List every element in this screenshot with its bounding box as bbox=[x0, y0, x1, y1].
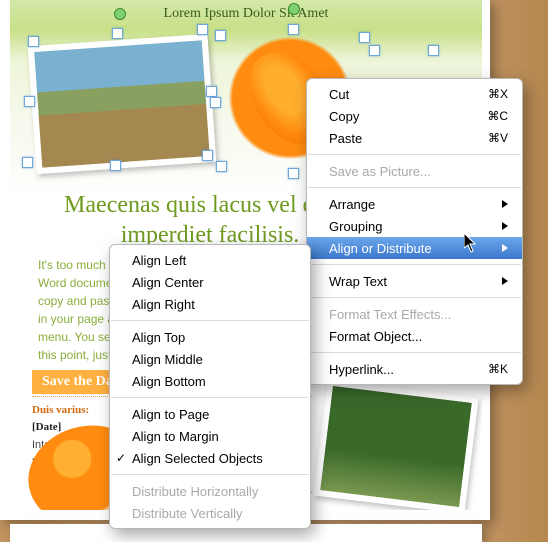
submenu-align-bottom[interactable]: Align Bottom bbox=[110, 370, 310, 392]
photo-children-garden[interactable] bbox=[313, 379, 478, 510]
submenu-arrow-icon bbox=[502, 244, 508, 252]
menu-separator bbox=[111, 397, 309, 398]
menu-separator bbox=[308, 264, 521, 265]
menu-wrap-text[interactable]: Wrap Text bbox=[307, 270, 522, 292]
selection-handle[interactable] bbox=[215, 30, 226, 41]
selection-handle[interactable] bbox=[197, 24, 208, 35]
menu-separator bbox=[308, 154, 521, 155]
menu-save-as-picture: Save as Picture... bbox=[307, 160, 522, 182]
menu-format-object[interactable]: Format Object... bbox=[307, 325, 522, 347]
submenu-align-to-page[interactable]: Align to Page bbox=[110, 403, 310, 425]
rotation-handle[interactable] bbox=[288, 3, 300, 15]
menu-separator bbox=[111, 320, 309, 321]
context-menu: Cut ⌘X Copy ⌘C Paste ⌘V Save as Picture.… bbox=[306, 78, 523, 385]
menu-separator bbox=[308, 297, 521, 298]
submenu-arrow-icon bbox=[502, 200, 508, 208]
submenu-align-distribute: Align Left Align Center Align Right Alig… bbox=[109, 244, 311, 529]
menu-copy[interactable]: Copy ⌘C bbox=[307, 105, 522, 127]
menu-format-text-effects: Format Text Effects... bbox=[307, 303, 522, 325]
selection-handle[interactable] bbox=[24, 96, 35, 107]
selection-handle[interactable] bbox=[369, 45, 380, 56]
selection-handle[interactable] bbox=[288, 168, 299, 179]
selection-handle[interactable] bbox=[359, 32, 370, 43]
selection-handle[interactable] bbox=[112, 28, 123, 39]
menu-separator bbox=[308, 352, 521, 353]
submenu-arrow-icon bbox=[502, 222, 508, 230]
submenu-distribute-horizontally: Distribute Horizontally bbox=[110, 480, 310, 502]
submenu-arrow-icon bbox=[502, 277, 508, 285]
submenu-distribute-vertically: Distribute Vertically bbox=[110, 502, 310, 524]
submenu-align-selected-objects[interactable]: ✓ Align Selected Objects bbox=[110, 447, 310, 469]
selection-handle[interactable] bbox=[110, 160, 121, 171]
submenu-align-top[interactable]: Align Top bbox=[110, 326, 310, 348]
selection-handle[interactable] bbox=[202, 150, 213, 161]
submenu-align-center[interactable]: Align Center bbox=[110, 271, 310, 293]
menu-paste[interactable]: Paste ⌘V bbox=[307, 127, 522, 149]
selection-handle[interactable] bbox=[28, 36, 39, 47]
selection-handle[interactable] bbox=[206, 86, 217, 97]
menu-separator bbox=[308, 187, 521, 188]
menu-align-or-distribute[interactable]: Align or Distribute bbox=[307, 237, 522, 259]
selection-handle[interactable] bbox=[22, 157, 33, 168]
selection-handle[interactable] bbox=[216, 161, 227, 172]
menu-hyperlink[interactable]: Hyperlink... ⌘K bbox=[307, 358, 522, 380]
submenu-align-to-margin[interactable]: Align to Margin bbox=[110, 425, 310, 447]
menu-cut[interactable]: Cut ⌘X bbox=[307, 83, 522, 105]
menu-grouping[interactable]: Grouping bbox=[307, 215, 522, 237]
selection-handle[interactable] bbox=[210, 97, 221, 108]
doc-header: Lorem Ipsum Dolor Sit Amet bbox=[10, 0, 482, 28]
selection-handle[interactable] bbox=[288, 24, 299, 35]
submenu-align-middle[interactable]: Align Middle bbox=[110, 348, 310, 370]
menu-arrange[interactable]: Arrange bbox=[307, 193, 522, 215]
rotation-handle[interactable] bbox=[114, 8, 126, 20]
submenu-align-left[interactable]: Align Left bbox=[110, 249, 310, 271]
checkmark-icon: ✓ bbox=[116, 451, 126, 465]
selection-handle[interactable] bbox=[428, 45, 439, 56]
menu-separator bbox=[111, 474, 309, 475]
photo-family-dinner[interactable] bbox=[28, 34, 216, 174]
submenu-align-right[interactable]: Align Right bbox=[110, 293, 310, 315]
